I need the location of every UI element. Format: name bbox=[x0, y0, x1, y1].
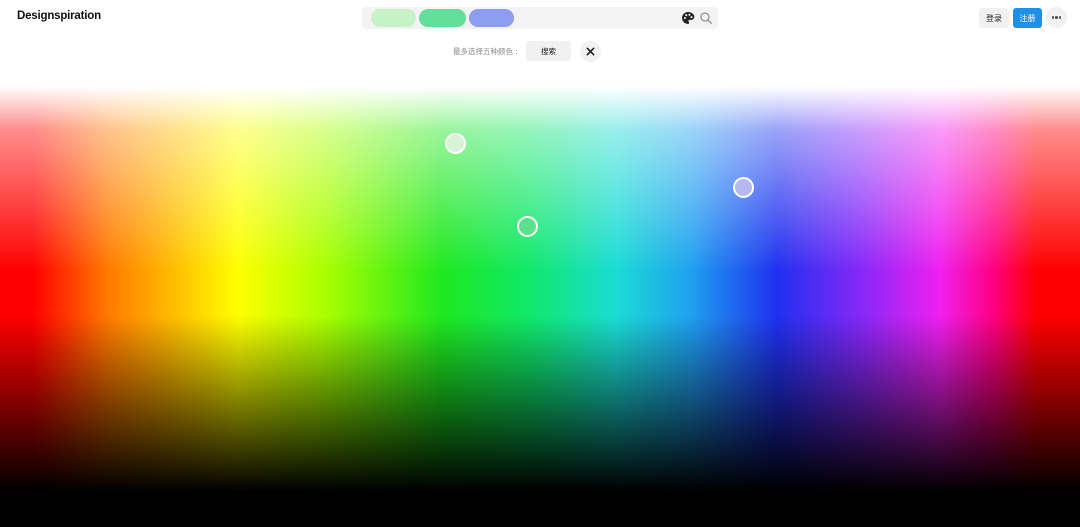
login-button[interactable]: 登录 bbox=[979, 8, 1009, 28]
color-picker-handle[interactable] bbox=[517, 216, 538, 237]
search-icon[interactable] bbox=[699, 11, 713, 25]
more-dots-icon bbox=[1058, 16, 1062, 19]
search-button[interactable]: 搜索 bbox=[526, 41, 571, 61]
color-limit-hint: 最多选择五种颜色 : bbox=[453, 47, 518, 56]
color-spectrum-picker[interactable] bbox=[0, 86, 1080, 527]
more-dots-icon bbox=[1051, 16, 1055, 19]
more-dots-icon bbox=[1055, 16, 1058, 19]
color-picker-handle[interactable] bbox=[733, 177, 754, 198]
signup-button[interactable]: 注册 bbox=[1013, 8, 1042, 28]
selected-color-swatch[interactable] bbox=[371, 9, 416, 27]
top-bar: Designspiration 登录 注册 bbox=[0, 0, 1080, 36]
close-icon bbox=[586, 47, 595, 56]
color-search-bar[interactable] bbox=[362, 7, 718, 29]
selected-color-swatch[interactable] bbox=[469, 9, 514, 27]
site-logo[interactable]: Designspiration bbox=[17, 10, 101, 22]
clear-colors-button[interactable] bbox=[580, 41, 601, 62]
selected-color-swatch[interactable] bbox=[419, 9, 466, 27]
color-search-page: Designspiration 登录 注册 最多选择五种颜色: 搜索 bbox=[0, 0, 1080, 527]
palette-icon[interactable] bbox=[681, 11, 695, 25]
more-options-button[interactable] bbox=[1046, 7, 1067, 28]
color-picker-handle[interactable] bbox=[445, 133, 466, 154]
